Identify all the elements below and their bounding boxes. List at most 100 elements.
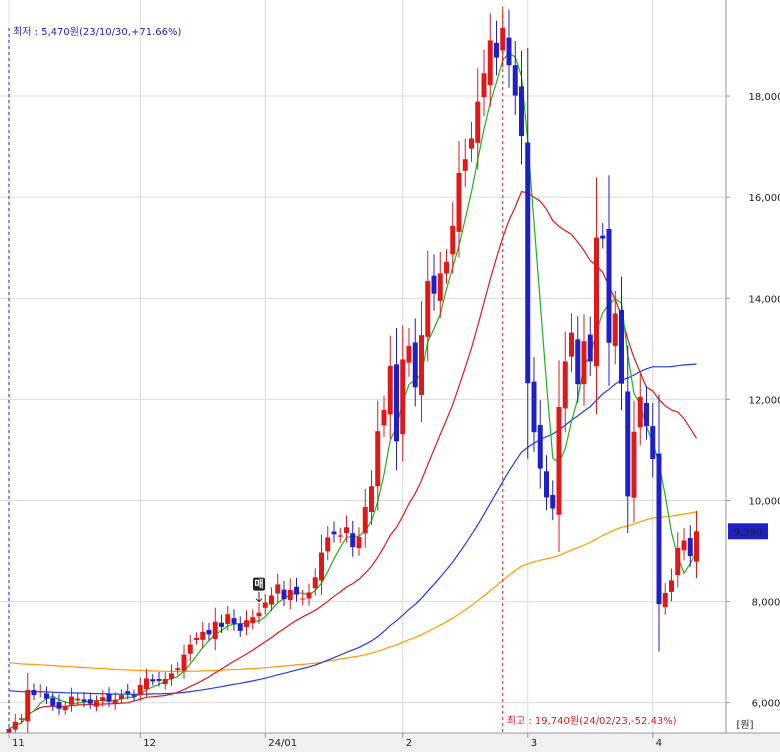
x-tick-label: 2: [406, 738, 412, 749]
current-price-label: 9,390: [734, 527, 763, 538]
candle-down: [506, 37, 512, 66]
candle-up: [175, 668, 181, 671]
candle-up: [337, 535, 343, 537]
candle-down: [531, 381, 537, 433]
candle-up: [569, 332, 574, 357]
candle-up: [256, 612, 262, 617]
y-tick-label: 18,000: [749, 92, 780, 103]
candle-up: [419, 335, 424, 395]
candle-up: [487, 40, 493, 85]
candle-down: [125, 691, 131, 694]
candle-up: [262, 602, 268, 608]
candle-up: [381, 409, 387, 426]
candle-down: [81, 699, 87, 702]
candle-up: [12, 721, 18, 730]
candle-up: [19, 718, 24, 720]
candle-down: [87, 699, 93, 704]
y-tick-label: 10,000: [749, 496, 780, 507]
candle-up: [194, 637, 199, 641]
candle-down: [294, 586, 299, 595]
candle-down: [537, 425, 543, 469]
candle-down: [512, 65, 518, 96]
candle-down: [606, 229, 612, 343]
candle-up: [562, 361, 568, 409]
y-tick-label: 12,000: [749, 395, 780, 406]
candle-down: [431, 275, 437, 294]
candle-up: [300, 598, 306, 600]
candle-up: [425, 281, 431, 337]
candle-up: [162, 678, 168, 685]
candle-down: [644, 402, 649, 427]
candle-up: [675, 547, 681, 576]
candle-up: [212, 621, 218, 640]
candle-up: [631, 431, 637, 498]
x-axis: 11 12 24/01 2 3 4: [0, 732, 780, 752]
candle-up: [469, 138, 474, 149]
candle-up: [581, 341, 587, 385]
x-tick-label: 24/01: [268, 738, 297, 749]
candle-down: [600, 235, 606, 239]
candle-up: [200, 631, 206, 640]
candle-down: [412, 342, 418, 388]
candle-up: [94, 701, 99, 707]
candle-up: [475, 101, 481, 143]
candle-up: [612, 313, 618, 347]
candle-down: [281, 589, 287, 600]
candle-up: [406, 345, 412, 363]
x-tick-label: 12: [143, 738, 156, 749]
candle-down: [31, 690, 37, 696]
candle-up: [669, 580, 674, 592]
candle-up: [400, 359, 406, 435]
candle-up: [362, 507, 368, 534]
candle-up: [319, 552, 324, 581]
candle-up: [100, 697, 106, 702]
candle-up: [481, 73, 487, 98]
candle-down: [56, 701, 62, 709]
candle-up: [462, 159, 468, 171]
x-tick-label: 4: [656, 738, 662, 749]
candle-up: [444, 261, 449, 274]
candle-down: [150, 679, 156, 682]
candle-up: [275, 584, 281, 594]
candle-up: [369, 486, 374, 513]
candle-down: [650, 426, 656, 460]
candle-up: [25, 690, 31, 722]
candle-down: [625, 391, 631, 497]
candle-down: [231, 618, 237, 624]
candle-up: [556, 406, 562, 515]
candle-up: [269, 595, 274, 605]
candle-down: [350, 533, 356, 547]
low-annotation: 최저 : 5,470원(23/10/30,+71.66%): [13, 26, 181, 38]
high-annotation: 최고 : 19,740원(24/02/23,-52.43%): [507, 715, 677, 727]
candle-down: [619, 309, 624, 384]
candle-down: [550, 494, 556, 509]
candle-up: [144, 678, 149, 689]
candle-down: [656, 453, 662, 605]
candle-up: [662, 592, 668, 608]
candle-up: [62, 706, 68, 711]
y-tick-label: 6,000: [752, 699, 780, 710]
candle-up: [375, 431, 381, 487]
candle-up: [287, 589, 293, 601]
candle-up: [387, 365, 393, 415]
candle-up: [169, 673, 174, 679]
candle-up: [225, 614, 231, 624]
candle-up: [344, 527, 349, 533]
candle-up: [187, 644, 193, 654]
candle-up: [456, 172, 462, 232]
candle-up: [244, 620, 249, 628]
candle-down: [519, 86, 524, 136]
candle-down: [587, 334, 593, 362]
candle-up: [594, 237, 599, 367]
candle-down: [106, 694, 112, 702]
candle-down: [50, 697, 56, 706]
candle-up: [450, 225, 456, 255]
candle-up: [250, 617, 256, 624]
candle-up: [637, 396, 643, 428]
candle-up: [437, 273, 443, 301]
y-tick-label: 8,000: [752, 598, 780, 609]
candle-up: [681, 540, 687, 551]
candle-down: [331, 531, 337, 535]
candle-down: [575, 339, 581, 385]
candle-down: [525, 142, 531, 384]
